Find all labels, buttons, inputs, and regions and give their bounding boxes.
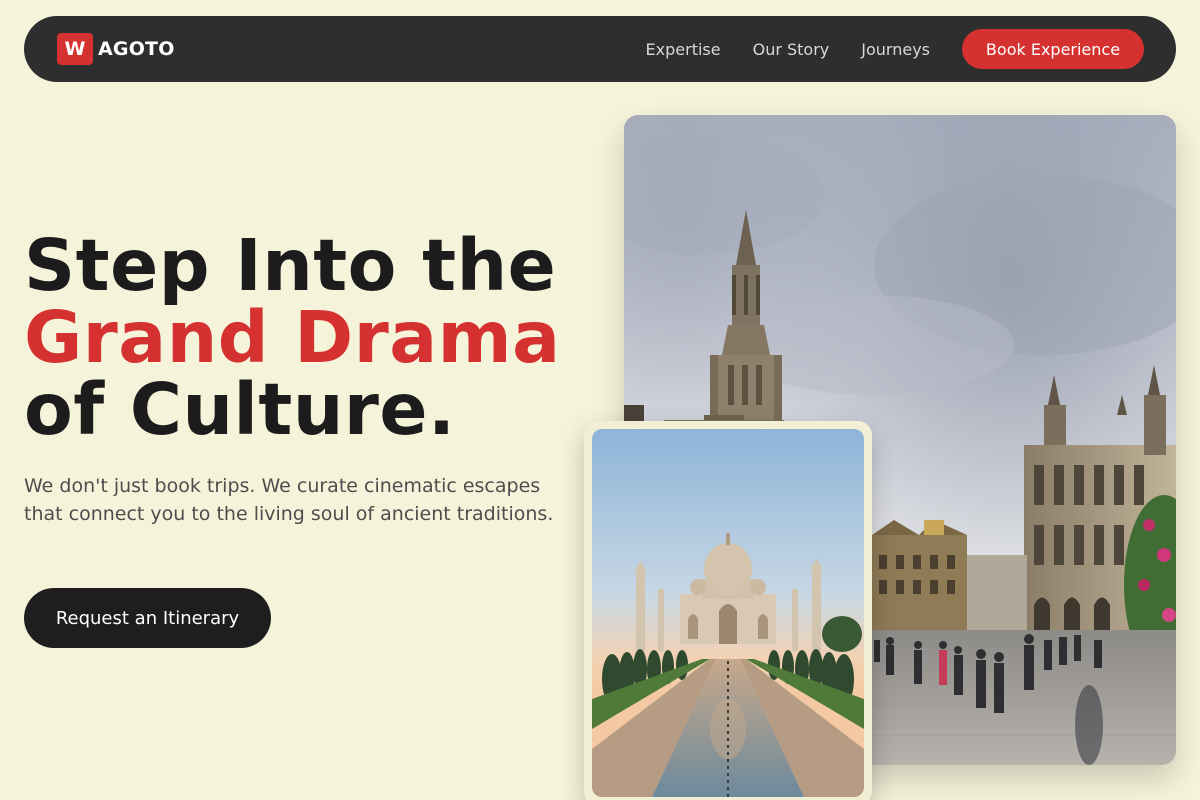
taj-mahal-photo [592, 429, 864, 797]
headline-line-1: Step Into the [24, 224, 557, 307]
book-experience-button[interactable]: Book Experience [962, 29, 1144, 69]
logo-badge: W [57, 33, 93, 65]
brand-logo[interactable]: W AGOTO [57, 33, 175, 65]
logo-text: AGOTO [98, 38, 175, 60]
headline-line-3: of Culture. [24, 368, 456, 451]
nav-link-our-story[interactable]: Our Story [753, 40, 830, 59]
nav-links: Expertise Our Story Journeys Book Experi… [646, 28, 1144, 70]
taj-mahal-illustration [592, 429, 864, 797]
hero-headline: Step Into the Grand Drama of Culture. [24, 230, 561, 446]
headline-line-2-accent: Grand Drama [24, 296, 561, 379]
taj-mahal-photo-frame [584, 421, 872, 800]
top-navbar: W AGOTO Expertise Our Story Journeys Boo… [24, 16, 1176, 82]
nav-link-expertise[interactable]: Expertise [646, 40, 721, 59]
hero-subtext: We don't just book trips. We curate cine… [24, 475, 554, 525]
request-itinerary-button[interactable]: Request an Itinerary [24, 588, 271, 648]
landing-page: W AGOTO Expertise Our Story Journeys Boo… [0, 0, 1200, 800]
nav-link-journeys[interactable]: Journeys [861, 40, 930, 59]
